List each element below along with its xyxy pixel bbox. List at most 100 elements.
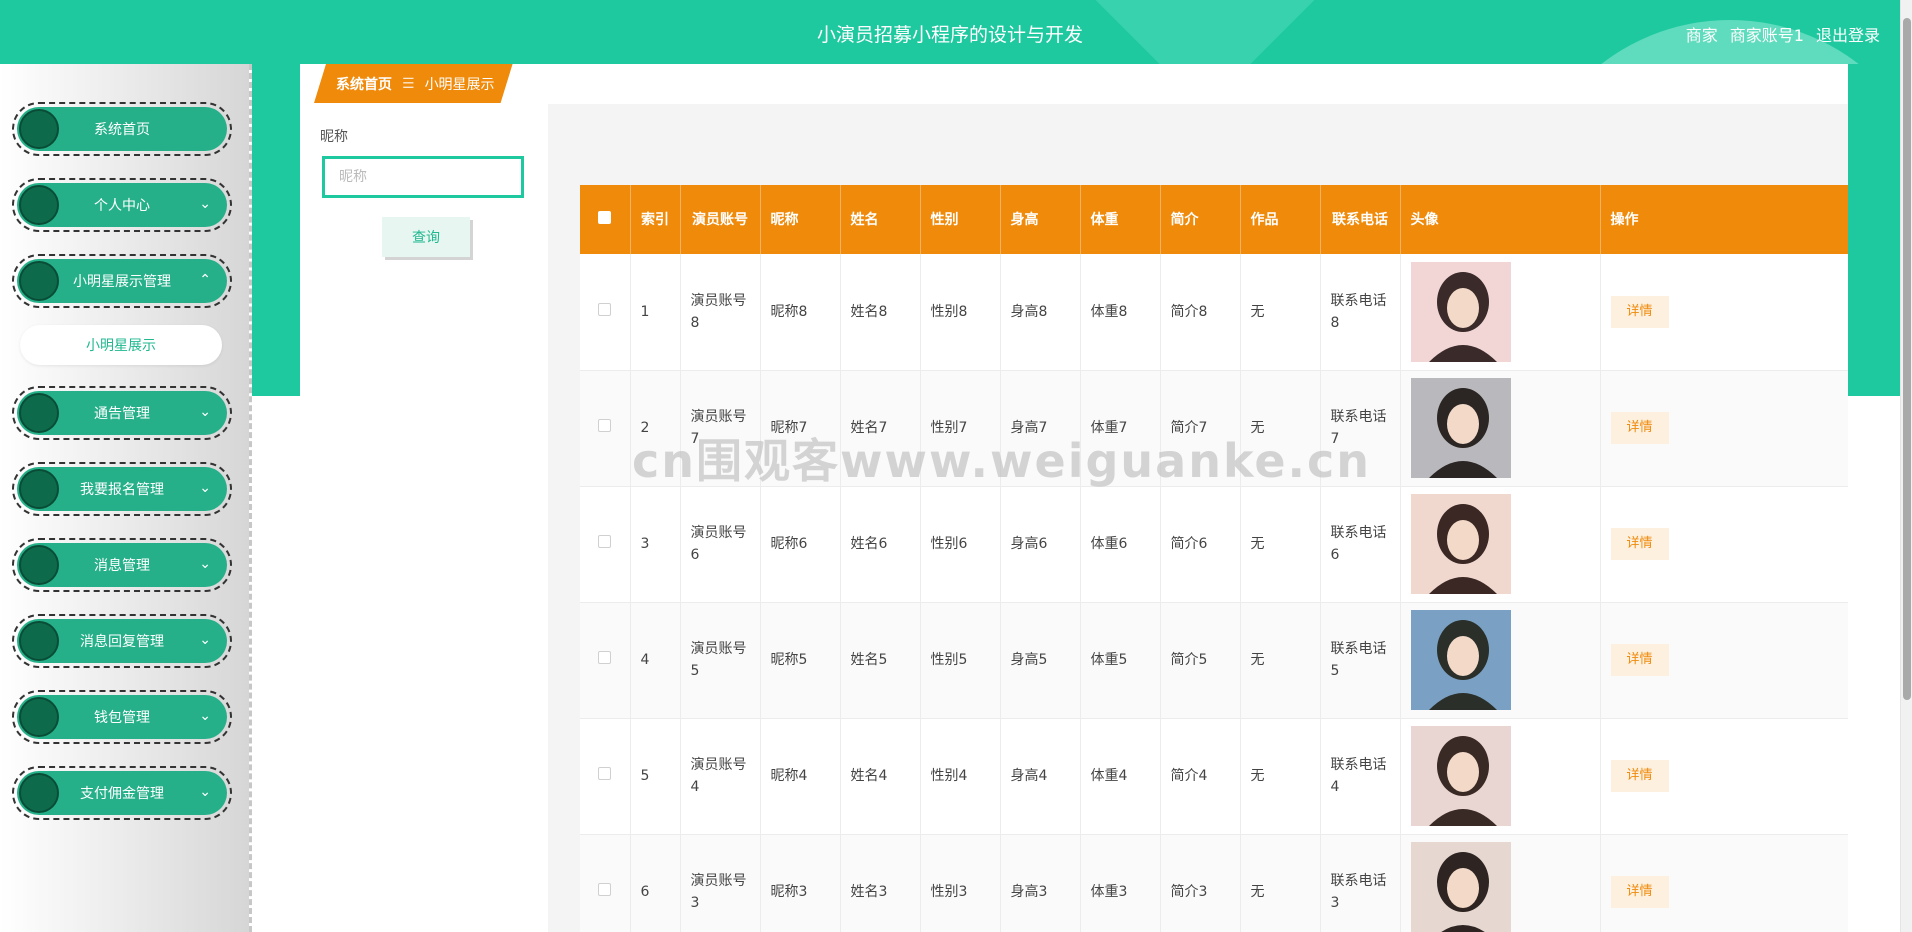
avatar[interactable] [1410, 261, 1511, 362]
cell-weight: 体重5 [1080, 602, 1161, 719]
breadcrumb: 系统首页 ☰ 小明星展示 [314, 64, 513, 103]
breadcrumb-home[interactable]: 系统首页 [336, 74, 392, 94]
cell-weight: 体重3 [1080, 834, 1161, 932]
scrollbar-thumb[interactable] [1903, 18, 1911, 700]
filter-panel: 昵称 查询 [300, 104, 548, 932]
cell-nickname: 昵称3 [760, 834, 841, 932]
menu-dot-icon [19, 261, 59, 301]
cell-intro: 简介7 [1160, 370, 1241, 487]
nickname-input[interactable] [322, 156, 524, 198]
cell-works: 无 [1240, 718, 1321, 835]
cell-weight: 体重4 [1080, 718, 1161, 835]
detail-button[interactable]: 详情 [1610, 644, 1669, 676]
star-table: 索引 演员账号 昵称 姓名 性别 身高 体重 简介 作品 联系电话 头像 操作 … [580, 185, 1848, 932]
cell-works: 无 [1240, 834, 1321, 932]
sidebar-item-message[interactable]: 消息管理 ⌄ [12, 538, 232, 592]
sidebar-item-notice[interactable]: 通告管理 ⌄ [12, 386, 232, 440]
logout-link[interactable]: 退出登录 [1816, 22, 1880, 46]
submenu-star-display[interactable]: 小明星展示 [20, 325, 222, 365]
row-select-cell [580, 486, 631, 603]
query-button[interactable]: 查询 [382, 217, 470, 257]
menu-dot-icon [19, 393, 59, 433]
detail-button[interactable]: 详情 [1610, 876, 1669, 908]
chevron-down-icon: ⌄ [199, 784, 211, 800]
table-row[interactable]: 5 演员账号4 昵称4 姓名4 性别4 身高4 体重4 简介4 无联系电话4 详情 [580, 718, 1848, 835]
cell-intro: 简介6 [1160, 486, 1241, 603]
action-cell: 详情 [1600, 254, 1848, 371]
cell-account: 演员账号3 [680, 834, 761, 932]
avatar[interactable] [1410, 842, 1511, 932]
row-checkbox[interactable] [598, 767, 612, 780]
top-header: 小演员招募小程序的设计与开发 商家 商家账号1 退出登录 [0, 0, 1900, 64]
cell-phone: 联系电话8 [1320, 254, 1401, 371]
sidebar-item-home[interactable]: 系统首页 [12, 102, 232, 156]
avatar-cell [1400, 834, 1601, 932]
sidebar-item-personal-center[interactable]: 个人中心 ⌄ [12, 178, 232, 232]
row-checkbox[interactable] [598, 651, 612, 664]
avatar[interactable] [1410, 378, 1511, 478]
cell-gender: 性别4 [920, 718, 1001, 835]
table-row[interactable]: 2 演员账号7 昵称7 姓名7 性别7 身高7 体重7 简介7 无联系电话7 详情 [580, 370, 1848, 487]
table-row[interactable]: 6 演员账号3 昵称3 姓名3 性别3 身高3 体重3 简介3 无联系电话3 详情 [580, 834, 1848, 932]
table-row[interactable]: 3 演员账号6 昵称6 姓名6 性别6 身高6 体重6 简介6 无联系电话6 详情 [580, 486, 1848, 603]
cell-weight: 体重7 [1080, 370, 1161, 487]
cell-index: 4 [630, 602, 681, 719]
menu-dot-icon [19, 545, 59, 585]
cell-phone: 联系电话5 [1320, 602, 1401, 719]
table-row[interactable]: 4 演员账号5 昵称5 姓名5 性别5 身高5 体重5 简介5 无联系电话5 详情 [580, 602, 1848, 719]
detail-button[interactable]: 详情 [1610, 295, 1669, 328]
row-checkbox[interactable] [598, 302, 612, 316]
cell-nickname: 昵称8 [760, 254, 841, 371]
cell-nickname: 昵称6 [760, 486, 841, 603]
column-header: 昵称 [760, 185, 841, 254]
sidebar-item-signup[interactable]: 我要报名管理 ⌄ [12, 462, 232, 516]
column-header: 索引 [630, 185, 681, 254]
avatar[interactable] [1410, 610, 1511, 710]
sidebar-item-wallet[interactable]: 钱包管理 ⌄ [12, 690, 232, 744]
cell-height: 身高6 [1000, 486, 1081, 603]
chevron-down-icon: ⌄ [199, 404, 211, 420]
table-header-row: 索引 演员账号 昵称 姓名 性别 身高 体重 简介 作品 联系电话 头像 操作 [580, 185, 1848, 254]
table-row[interactable]: 1 演员账号8 昵称8 姓名8 性别8 身高8 体重8 简介8 无联系电话8 详情 [580, 254, 1848, 371]
avatar[interactable] [1410, 494, 1511, 594]
menu-dot-icon [19, 621, 59, 661]
sidebar-item-star-display[interactable]: 小明星展示管理 ⌃ [12, 254, 232, 308]
sidebar: 系统首页 个人中心 ⌄ 小明星展示管理 ⌃ 小明星展示 通告管理 ⌄ 我要报名管理 ⌄ … [0, 64, 252, 932]
column-header: 联系电话 [1320, 185, 1401, 254]
user-info: 商家 商家账号1 退出登录 [1686, 22, 1880, 46]
cell-gender: 性别7 [920, 370, 1001, 487]
select-all-checkbox[interactable] [598, 210, 612, 224]
chevron-down-icon: ⌄ [199, 632, 211, 648]
action-cell: 详情 [1600, 486, 1848, 603]
sidebar-item-label: 消息管理 [94, 558, 150, 574]
main-content: 系统首页 ☰ 小明星展示 昵称 查询 索引 演员账号 昵称 姓名 性别 身高 [300, 64, 1848, 932]
user-role: 商家 [1685, 26, 1718, 45]
row-select-cell [580, 602, 631, 719]
cell-intro: 简介5 [1160, 602, 1241, 719]
cell-works: 无 [1240, 602, 1321, 719]
cell-name: 姓名7 [840, 370, 921, 487]
avatar[interactable] [1410, 726, 1511, 826]
detail-button[interactable]: 详情 [1610, 760, 1669, 792]
row-checkbox[interactable] [598, 419, 612, 432]
cell-gender: 性别3 [920, 834, 1001, 932]
column-header: 作品 [1240, 185, 1321, 254]
detail-button[interactable]: 详情 [1610, 528, 1669, 560]
column-header: 演员账号 [680, 185, 761, 254]
sidebar-item-label: 小明星展示管理 [73, 274, 171, 290]
detail-button[interactable]: 详情 [1610, 412, 1669, 444]
row-checkbox[interactable] [598, 535, 612, 548]
sidebar-item-message-reply[interactable]: 消息回复管理 ⌄ [12, 614, 232, 668]
cell-account: 演员账号8 [680, 254, 761, 371]
cell-intro: 简介4 [1160, 718, 1241, 835]
vertical-scrollbar[interactable] [1900, 0, 1912, 932]
cell-height: 身高3 [1000, 834, 1081, 932]
cell-account: 演员账号6 [680, 486, 761, 603]
avatar-cell [1400, 486, 1601, 603]
sidebar-item-label: 个人中心 [94, 198, 150, 214]
sidebar-item-commission[interactable]: 支付佣金管理 ⌄ [12, 766, 232, 820]
nickname-label: 昵称 [320, 129, 348, 145]
cell-intro: 简介8 [1160, 254, 1241, 371]
row-checkbox[interactable] [598, 883, 612, 896]
sidebar-item-label: 钱包管理 [94, 710, 150, 726]
